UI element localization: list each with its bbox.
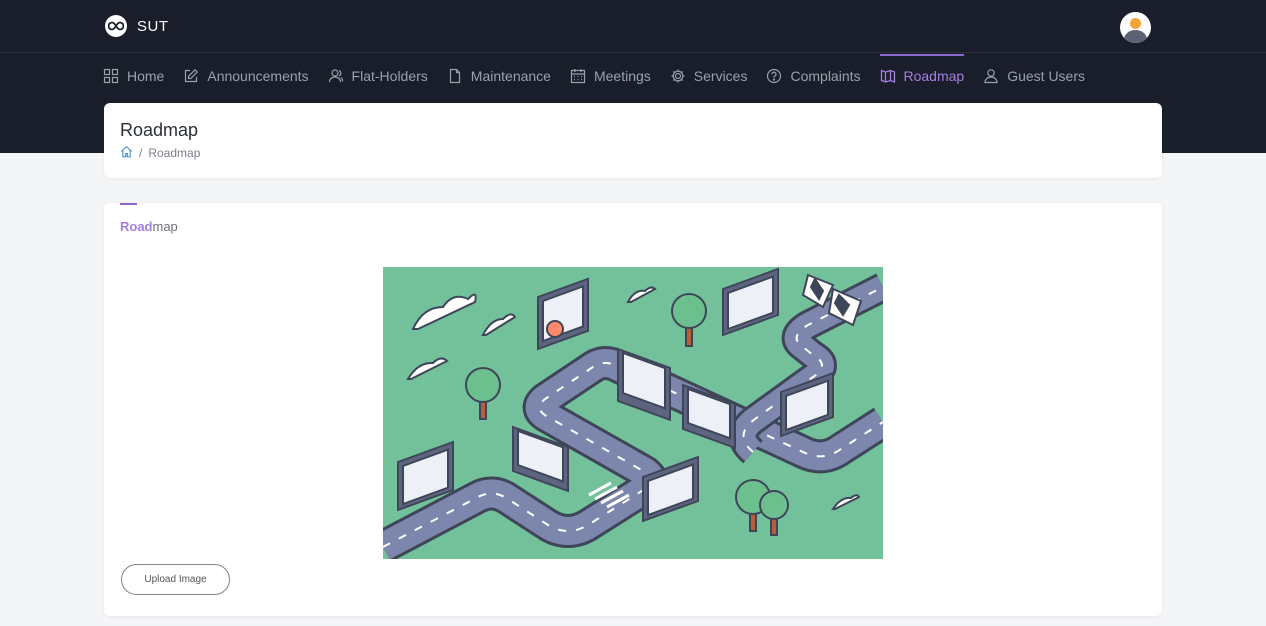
help-circle-icon [766,68,782,84]
nav-item-flat-holders[interactable]: Flat-Holders [328,54,428,98]
user-avatar[interactable] [1120,12,1151,43]
edit-icon [183,68,199,84]
nav-label: Services [693,68,748,84]
card-title-highlight: Road [120,219,153,234]
page-header-card: Roadmap / Roadmap [104,103,1162,178]
app-logo[interactable]: SUT [105,15,169,37]
app-name: SUT [137,17,169,35]
file-icon [447,68,463,84]
upload-image-button[interactable]: Upload Image [121,564,230,595]
card-title: Roadmap [120,219,178,234]
nav-label: Maintenance [470,68,551,84]
breadcrumb: / Roadmap [120,145,200,161]
users-icon [328,68,344,84]
calendar-icon [570,68,586,84]
roadmap-card: Roadmap Upload Image [104,203,1162,616]
home-icon[interactable] [120,145,133,161]
map-icon [880,68,896,84]
card-accent-line [120,203,137,205]
card-title-rest: map [152,219,178,234]
nav-label: Roadmap [903,68,965,84]
nav-item-home[interactable]: Home [103,54,164,98]
nav-label: Guest Users [1007,68,1086,84]
breadcrumb-current: Roadmap [148,146,201,160]
page-title: Roadmap [120,120,199,140]
grid-icon [103,68,119,84]
nav-item-announcements[interactable]: Announcements [183,54,309,98]
nav-item-complaints[interactable]: Complaints [766,54,861,98]
nav-item-services[interactable]: Services [670,54,748,98]
user-icon [983,68,999,84]
infinity-icon [105,15,127,37]
nav-label: Flat-Holders [351,68,428,84]
nav-item-roadmap[interactable]: Roadmap [879,54,965,98]
user-avatar-icon [1121,13,1150,43]
roadmap-illustration [375,267,893,563]
nav-label: Meetings [593,68,651,84]
gear-icon [670,68,686,84]
nav-label: Home [127,68,165,84]
nav-item-meetings[interactable]: Meetings [570,54,651,98]
nav-label: Announcements [207,68,309,84]
nav-label: Complaints [790,68,861,84]
nav-item-maintenance[interactable]: Maintenance [447,54,551,98]
breadcrumb-separator: / [139,146,143,160]
nav-item-guest-users[interactable]: Guest Users [983,54,1085,98]
top-bar: SUT [0,0,1266,53]
main-nav: Home Announcements Flat-Holders Maintena… [103,54,1104,98]
